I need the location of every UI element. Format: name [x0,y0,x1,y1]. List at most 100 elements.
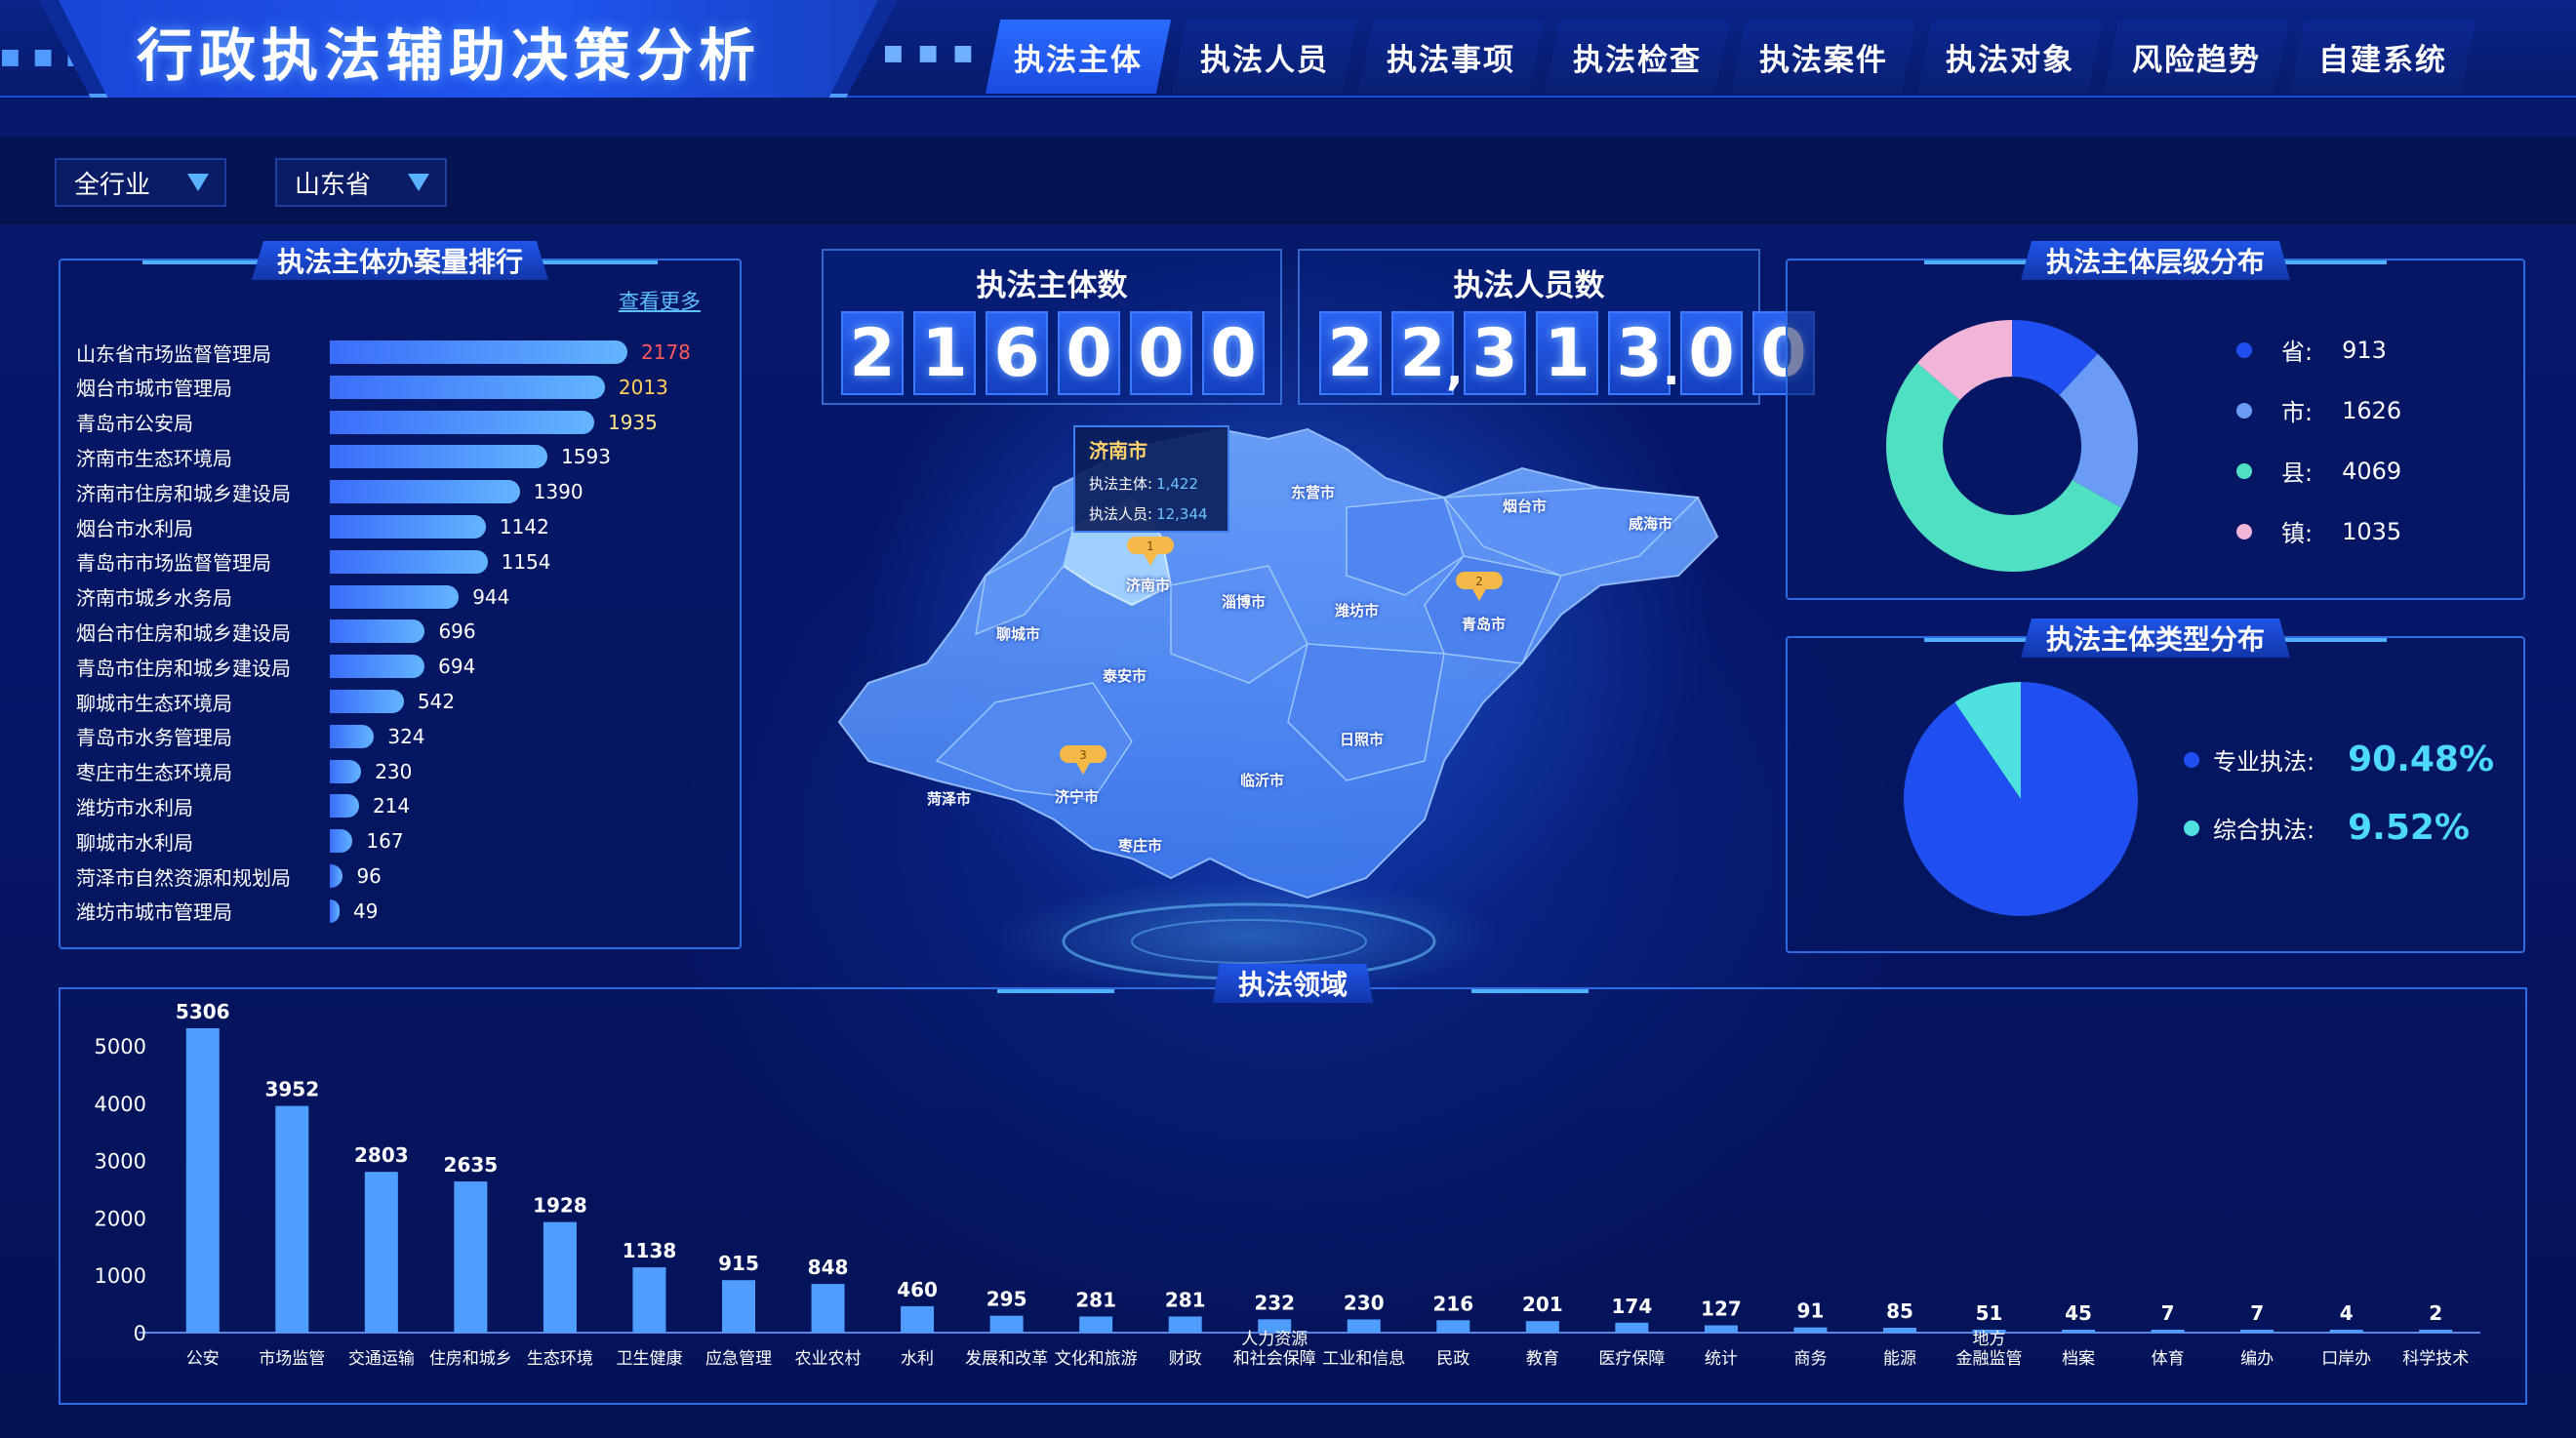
ranking-row[interactable]: 青岛市市场监督管理局 1154 [76,546,551,578]
kpi-digit: . [1663,342,1680,395]
province-select[interactable]: 山东省 [275,158,447,207]
bar-value-label: 3952 [264,1078,319,1101]
marker-label: 1 [1147,539,1154,553]
bar [1347,1319,1381,1333]
city-label: 日照市 [1340,731,1385,748]
ranking-row[interactable]: 青岛市住房和城乡建设局 694 [76,651,475,682]
shandong-map: 1 2 3 [837,427,1719,995]
city-label: 东营市 [1291,484,1336,501]
ranking-value: 2013 [618,375,668,399]
legend-label: 镇: [2281,520,2314,547]
ranking-row[interactable]: 济南市城乡水务局 944 [76,581,509,613]
ranking-row[interactable]: 烟台市城市管理局 2013 [76,372,668,403]
ranking-row[interactable]: 潍坊市水利局 214 [76,790,410,821]
tab-enforcement-items[interactable]: 执法事项 [1358,20,1544,94]
industry-select[interactable]: 全行业 [55,158,226,207]
bar-value-label: 1928 [533,1194,587,1218]
city-label: 淄博市 [1222,593,1267,611]
tab-enforcement-staff[interactable]: 执法人员 [1172,20,1357,94]
ranking-row[interactable]: 青岛市水务管理局 324 [76,721,425,752]
ranking-row[interactable]: 菏泽市自然资源和规划局 96 [76,860,382,892]
ranking-value: 2178 [641,340,691,364]
ranking-bar [330,655,425,679]
header: ■ ■ ■ 行政执法辅助决策分析 ■ ■ ■ 执法主体 执法人员 执法事项 执法… [0,0,2576,98]
x-tick-label: 发展和改革 [965,1349,1048,1369]
province-select-value: 山东省 [295,170,372,200]
city-label: 聊城市 [996,625,1041,643]
title-decor-line [142,260,260,264]
city-label: 临沂市 [1240,772,1285,789]
tab-custom-system[interactable]: 自建系统 [2290,20,2475,94]
bar-value-label: 216 [1432,1292,1473,1315]
legend-value: 1626 [2342,396,2402,424]
tooltip-subjects: 执法主体: 1,422 [1089,473,1214,494]
ranking-row[interactable]: 聊城市水利局 167 [76,825,404,857]
chevron-down-icon [187,174,209,191]
x-tick-label: 文化和旅游 [1055,1349,1138,1369]
city-label: 青岛市 [1462,616,1507,633]
bar [989,1315,1024,1333]
bar-value-label: 127 [1701,1298,1742,1321]
ranking-row[interactable]: 青岛市公安局 1935 [76,407,658,438]
ranking-name: 聊城市水利局 [76,830,193,855]
x-tick-label: 体育 [2152,1349,2185,1369]
legend-dot [2236,523,2252,539]
ranking-row[interactable]: 聊城市生态环境局 542 [76,686,455,717]
ranking-name: 潍坊市城市管理局 [76,900,232,925]
type-legend-item: 专业执法: 90.48% [2184,739,2494,779]
chevron-down-icon [408,174,429,191]
kpi-staff-digits: 22,313.00 [1319,311,1825,395]
x-tick-label: 口岸办 [2321,1349,2371,1369]
ranking-bar [330,584,460,609]
city-label: 枣庄市 [1118,837,1163,855]
tab-enforcement-subject[interactable]: 执法主体 [986,20,1171,94]
ranking-bar [330,759,362,783]
ranking-row[interactable]: 潍坊市城市管理局 49 [76,896,378,927]
bar-value-label: 460 [897,1278,938,1301]
ranking-value: 1154 [501,549,551,574]
bar-value-label: 4 [2340,1301,2354,1325]
kpi-digit: 3 [1608,311,1670,395]
city-label: 泰安市 [1103,667,1147,685]
marker-label: 2 [1475,575,1483,588]
level-legend-item: 省: 913 [2236,333,2387,367]
x-tick-label: 住房和城乡 [429,1349,512,1369]
tab-risk-trend[interactable]: 风险趋势 [2104,20,2289,94]
x-tick-label: 人力资源 [1241,1330,1308,1349]
bar [1436,1320,1470,1333]
domain-bar-chart: 0 1000 2000 3000 4000 5000 5306 公安 3952 市场监管 2803 交… [95,1000,2480,1369]
ranking-bar [330,794,359,819]
ranking-row[interactable]: 山东省市场监督管理局 2178 [76,337,691,368]
legend-value: 4069 [2342,457,2402,485]
tab-enforcement-inspection[interactable]: 执法检查 [1545,20,1730,94]
level-legend-item: 市: 1626 [2236,393,2401,427]
donut-slice [1917,320,2014,401]
legend-dot [2236,341,2252,358]
ranking-row[interactable]: 济南市生态环境局 1593 [76,441,611,472]
ranking-row[interactable]: 烟台市住房和城乡建设局 696 [76,616,476,647]
ranking-row[interactable]: 烟台市水利局 1142 [76,511,549,542]
ranking-bar [330,829,353,854]
view-more-link[interactable]: 查看更多 [619,286,701,315]
tab-enforcement-cases[interactable]: 执法案件 [1731,20,1916,94]
kpi-digit: 3 [1464,311,1526,395]
ranking-bar [330,445,548,469]
ranking-bar [330,410,594,434]
legend-value: 1035 [2342,517,2402,545]
ranking-row[interactable]: 枣庄市生态环境局 230 [76,756,412,787]
bar [2240,1330,2274,1333]
header-dots-mid: ■ ■ ■ [883,41,978,65]
bar [2419,1330,2453,1333]
bar [901,1305,935,1333]
title-decor-line [2279,260,2387,264]
kpi-staff: 执法人员数 22,313.00 [1298,249,1815,405]
ranking-row[interactable]: 济南市住房和城乡建设局 1390 [76,476,584,507]
ranking-bar [330,375,605,399]
x-tick-label: 应急管理 [705,1349,772,1369]
tab-enforcement-targets[interactable]: 执法对象 [1917,20,2103,94]
x-tick-label: 工业和信息 [1322,1349,1405,1369]
type-pie-chart [1904,682,2138,916]
x-tick-label: 交通运输 [348,1349,415,1369]
x-tick-label: 统计 [1705,1349,1738,1369]
kpi-digit: 2 [841,311,904,395]
